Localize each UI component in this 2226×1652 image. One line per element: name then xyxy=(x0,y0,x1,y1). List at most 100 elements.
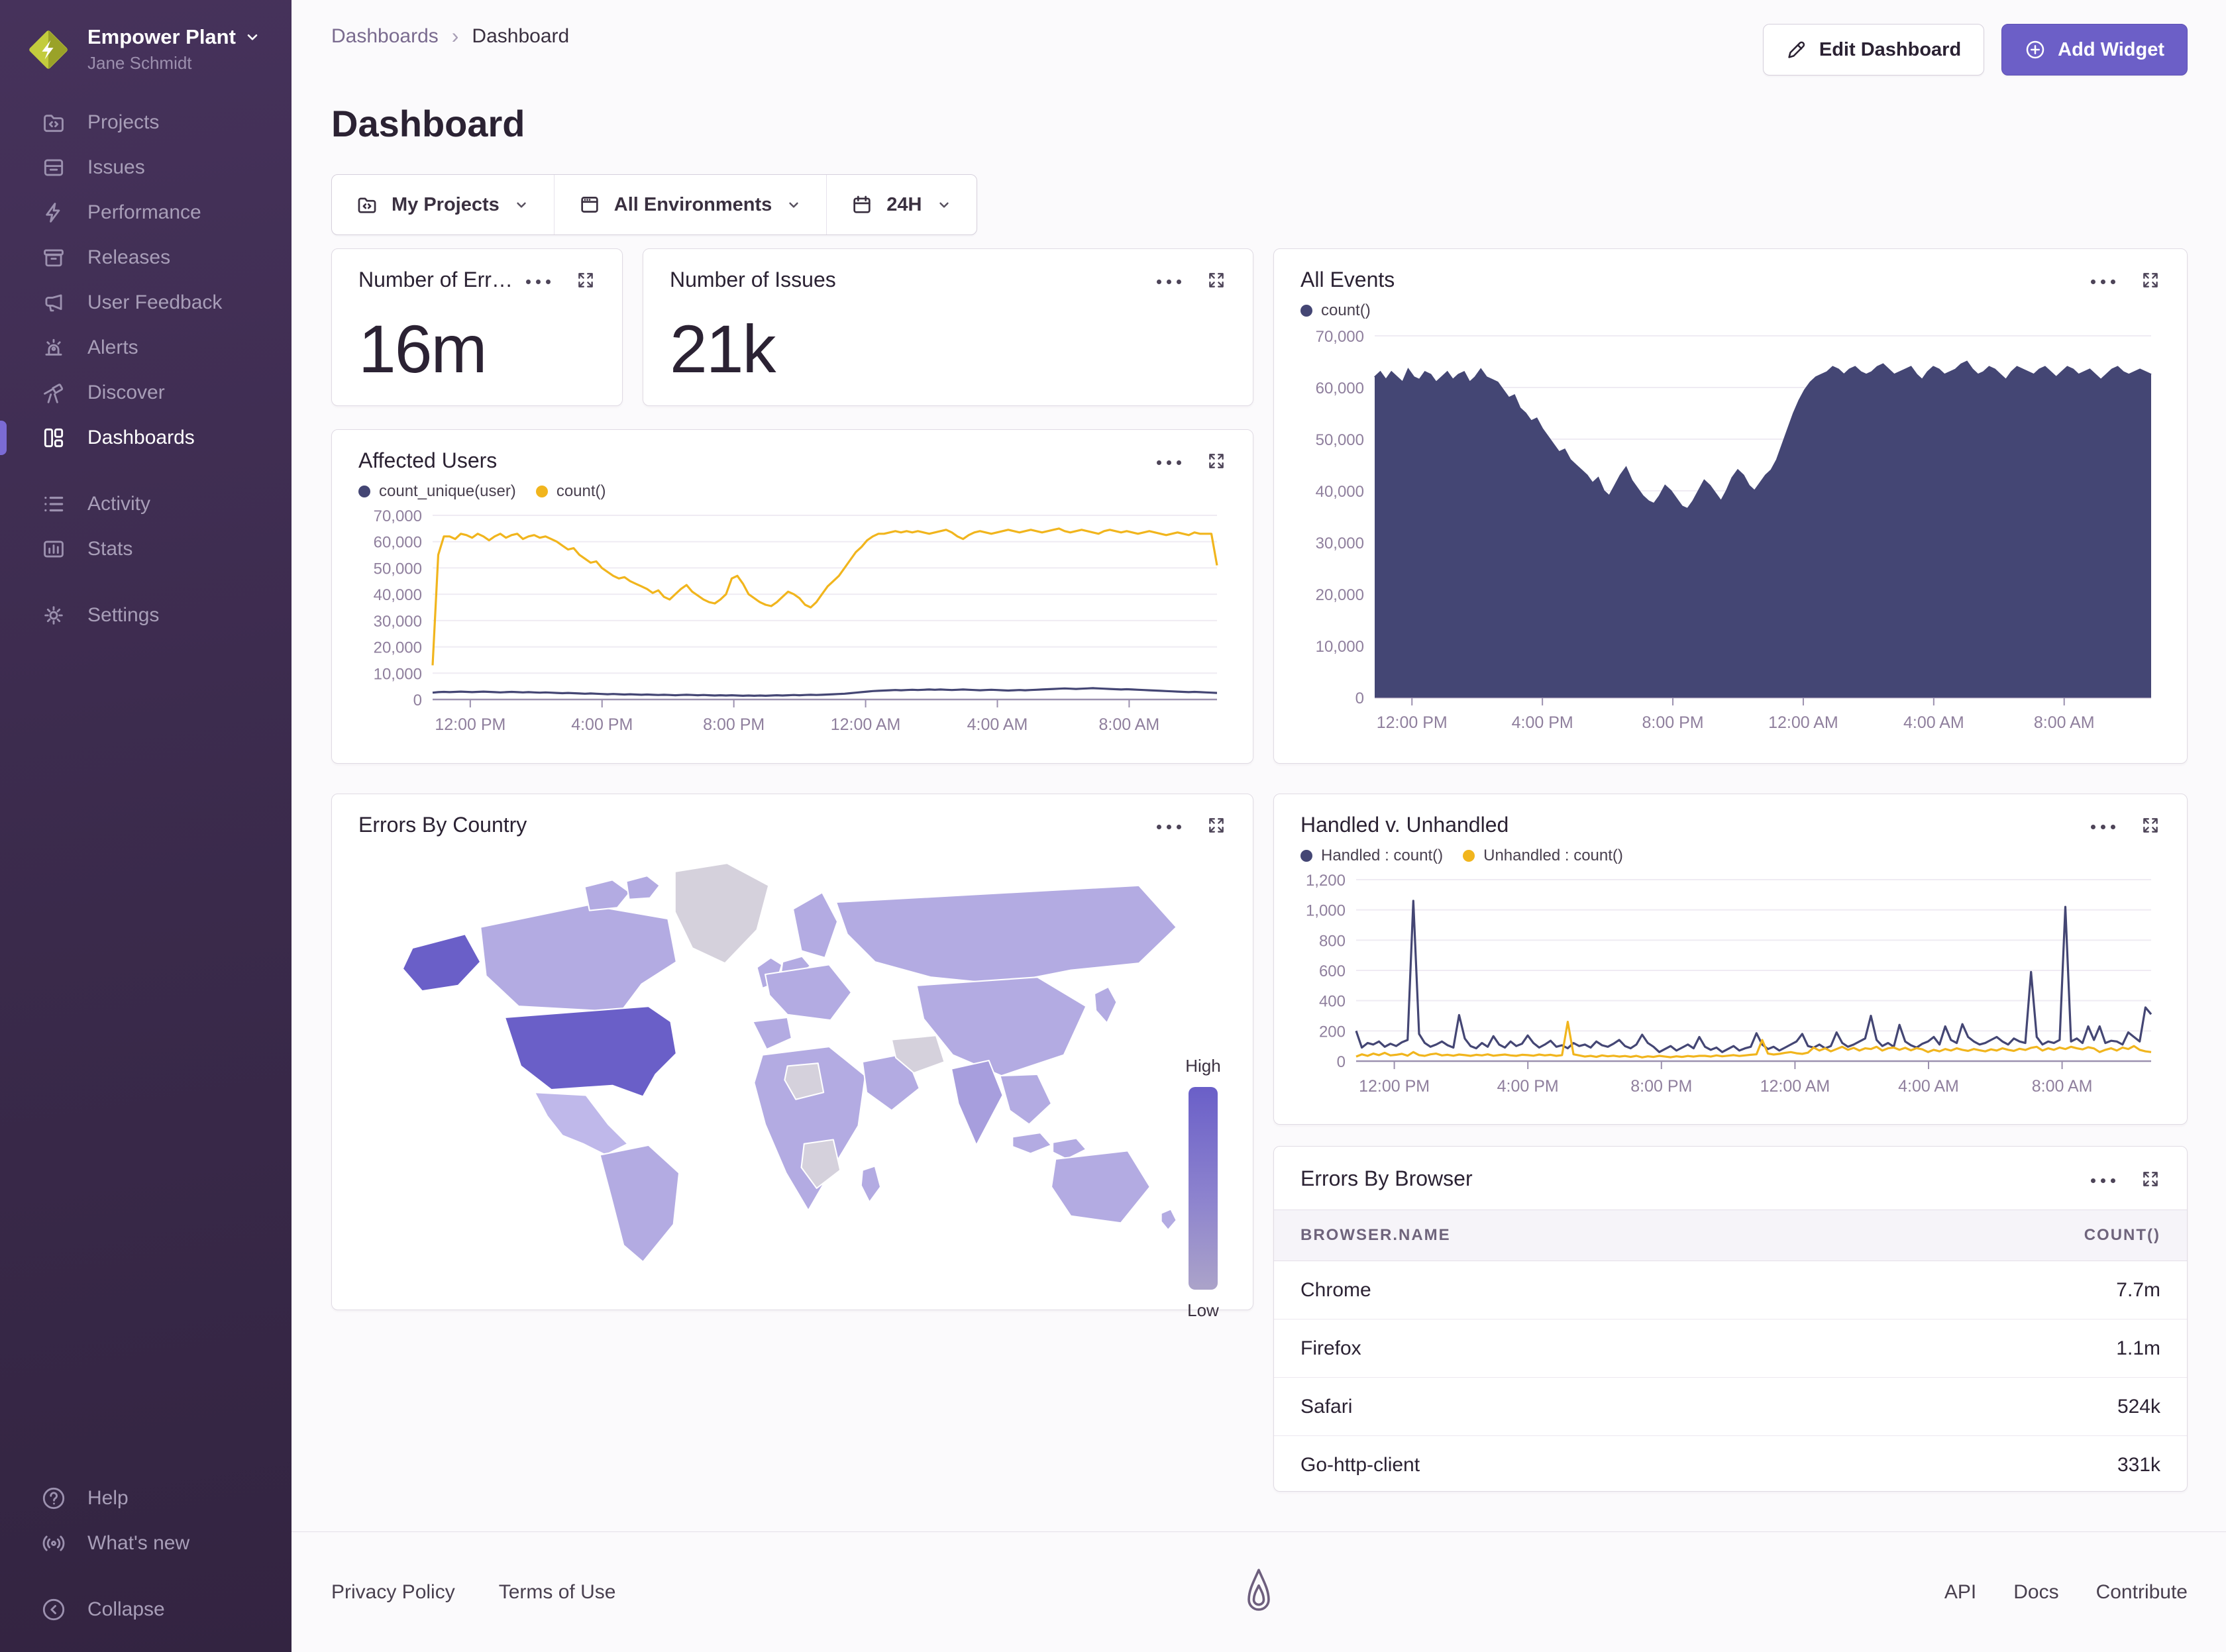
all-events-chart[interactable]: 010,00020,00030,00040,00050,00060,00070,… xyxy=(1300,325,2160,736)
chevron-down-icon xyxy=(785,196,802,213)
svg-text:12:00 AM: 12:00 AM xyxy=(1760,1077,1830,1096)
sidebar-item-dashboards[interactable]: Dashboards xyxy=(0,415,292,460)
legend-dot-icon xyxy=(536,486,548,497)
sidebar-item-releases[interactable]: Releases xyxy=(0,235,292,280)
svg-text:12:00 AM: 12:00 AM xyxy=(831,715,901,734)
legend-dot-icon xyxy=(1300,305,1312,317)
widget-title: All Events xyxy=(1300,268,1395,292)
widget-title: Handled v. Unhandled xyxy=(1300,813,1509,837)
breadcrumb: Dashboards › Dashboard xyxy=(331,24,569,48)
widget-menu-button[interactable] xyxy=(1157,280,1181,284)
legend-item[interactable]: Handled : count() xyxy=(1300,847,1443,865)
svg-text:10,000: 10,000 xyxy=(374,665,422,683)
sidebar-item-projects[interactable]: Projects xyxy=(0,100,292,145)
footer-link-api[interactable]: API xyxy=(1944,1581,1976,1604)
breadcrumb-dashboards-link[interactable]: Dashboards xyxy=(331,25,439,48)
legend-item[interactable]: count() xyxy=(1300,301,1371,320)
sidebar-bottom: Help What's new Collapse xyxy=(0,1476,292,1652)
footer-link-privacy-policy[interactable]: Privacy Policy xyxy=(331,1581,455,1604)
widget-handled-unhandled: Handled v. Unhandled Handled : count() Un… xyxy=(1273,794,2188,1125)
chevron-down-icon xyxy=(513,196,530,213)
widget-menu-button[interactable] xyxy=(2091,1178,2115,1183)
svg-text:4:00 AM: 4:00 AM xyxy=(967,715,1028,734)
affected-users-chart[interactable]: 010,00020,00030,00040,00050,00060,00070,… xyxy=(358,505,1226,738)
breadcrumb-separator-icon: › xyxy=(452,24,459,48)
add-widget-button[interactable]: Add Widget xyxy=(2001,24,2188,76)
dashboards-icon xyxy=(41,425,66,450)
handled-unhandled-chart[interactable]: 02004006008001,0001,20012:00 PM4:00 PM8:… xyxy=(1300,869,2160,1100)
org-switcher[interactable]: Empower Plant Jane Schmidt xyxy=(0,0,292,91)
svg-text:60,000: 60,000 xyxy=(1316,380,1364,397)
world-map[interactable]: High Low xyxy=(358,845,1226,1279)
widget-menu-button[interactable] xyxy=(526,280,551,284)
map-color-legend: High Low xyxy=(1180,1056,1226,1321)
widget-menu-button[interactable] xyxy=(1157,825,1181,829)
table-row[interactable]: Safari524k xyxy=(1274,1378,2187,1436)
feedback-icon xyxy=(41,290,66,315)
svg-text:8:00 AM: 8:00 AM xyxy=(1099,715,1160,734)
browser-name-cell: Firefox xyxy=(1300,1337,1361,1360)
sidebar-item-alerts[interactable]: Alerts xyxy=(0,325,292,370)
count-cell: 1.1m xyxy=(2116,1337,2160,1360)
column-count: COUNT() xyxy=(2084,1226,2160,1245)
footer-link-terms-of-use[interactable]: Terms of Use xyxy=(499,1581,616,1604)
footer-link-docs[interactable]: Docs xyxy=(2013,1581,2058,1604)
widget-menu-button[interactable] xyxy=(2091,825,2115,829)
table-row[interactable]: Firefox 1.1m xyxy=(1274,1319,2187,1378)
sidebar-item-stats[interactable]: Stats xyxy=(0,527,292,572)
footer: Privacy Policy Terms of Use API Docs Contri… xyxy=(292,1531,2226,1652)
expand-icon[interactable] xyxy=(576,270,596,293)
activity-icon xyxy=(41,491,66,517)
environment-filter[interactable]: All Environments xyxy=(554,175,827,234)
table-body: Chrome7.7mFirefox1.1mSafari524kGo-http-c… xyxy=(1274,1261,2187,1492)
svg-text:70,000: 70,000 xyxy=(374,507,422,525)
sidebar-item-issues[interactable]: Issues xyxy=(0,145,292,190)
widget-all-events: All Events count() 010,00020,00030,00040… xyxy=(1273,248,2188,764)
project-filter[interactable]: My Projects xyxy=(332,175,554,234)
expand-icon[interactable] xyxy=(2141,815,2160,839)
svg-text:1,000: 1,000 xyxy=(1306,902,1346,920)
expand-icon[interactable] xyxy=(1206,270,1226,293)
legend-item[interactable]: count_unique(user) xyxy=(358,482,516,501)
sidebar-item-settings[interactable]: Settings xyxy=(0,593,292,638)
sidebar-item-what-s-new[interactable]: What's new xyxy=(0,1521,292,1566)
legend-item[interactable]: Unhandled : count() xyxy=(1463,847,1623,865)
column-browser-name: BROWSER.NAME xyxy=(1300,1226,1451,1245)
footer-left-links: Privacy Policy Terms of Use xyxy=(331,1581,615,1604)
calendar-icon xyxy=(851,193,873,216)
svg-text:600: 600 xyxy=(1319,962,1346,980)
time-range-filter[interactable]: 24H xyxy=(826,175,976,234)
edit-dashboard-button[interactable]: Edit Dashboard xyxy=(1763,24,1984,76)
widget-title: Errors By Browser xyxy=(1300,1166,1473,1191)
sidebar-item-label: Issues xyxy=(87,156,145,179)
expand-icon[interactable] xyxy=(1206,815,1226,839)
table-row[interactable]: Chrome7.7m xyxy=(1274,1261,2187,1319)
widget-menu-button[interactable] xyxy=(2091,280,2115,284)
sidebar-item-label: User Feedback xyxy=(87,291,222,314)
expand-icon[interactable] xyxy=(2141,1169,2160,1192)
legend-gradient-bar xyxy=(1189,1087,1218,1290)
expand-icon[interactable] xyxy=(2141,270,2160,293)
sidebar-item-label: Discover xyxy=(87,382,165,404)
footer-link-contribute[interactable]: Contribute xyxy=(2096,1581,2188,1604)
sidebar-item-user-feedback[interactable]: User Feedback xyxy=(0,280,292,325)
sidebar-item-activity[interactable]: Activity xyxy=(0,482,292,527)
main-content: Dashboards › Dashboard Edit Dashboard Ad… xyxy=(292,0,2226,1652)
sidebar-item-label: Releases xyxy=(87,246,170,269)
table-row[interactable]: Go-http-client331k xyxy=(1274,1436,2187,1492)
expand-icon[interactable] xyxy=(1206,451,1226,474)
legend-item[interactable]: count() xyxy=(536,482,606,501)
widget-errors-by-country: Errors By Country xyxy=(331,794,1253,1310)
sidebar-item-help[interactable]: Help xyxy=(0,1476,292,1521)
sidebar-item-label: Dashboards xyxy=(87,427,195,449)
sidebar-item-label: Help xyxy=(87,1487,129,1510)
svg-text:800: 800 xyxy=(1319,932,1346,950)
svg-text:12:00 AM: 12:00 AM xyxy=(1768,713,1838,732)
svg-text:4:00 AM: 4:00 AM xyxy=(1898,1077,1959,1096)
svg-text:12:00 PM: 12:00 PM xyxy=(435,715,505,734)
sidebar-item-discover[interactable]: Discover xyxy=(0,370,292,415)
browser-name-cell: Go-http-client xyxy=(1300,1454,1420,1476)
widget-menu-button[interactable] xyxy=(1157,460,1181,465)
sidebar-item-performance[interactable]: Performance xyxy=(0,190,292,235)
sidebar-collapse-button[interactable]: Collapse xyxy=(0,1587,292,1632)
